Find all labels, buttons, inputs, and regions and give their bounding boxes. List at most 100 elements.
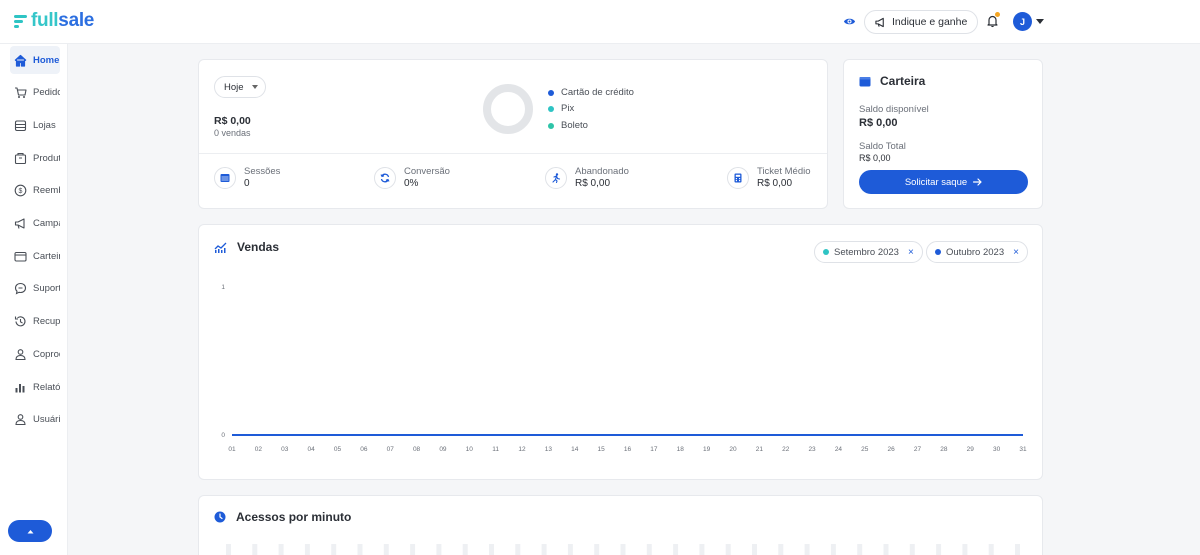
access-bar xyxy=(646,544,652,555)
megaphone-icon xyxy=(875,17,884,27)
x-tick-label: 19 xyxy=(703,446,711,453)
divider xyxy=(199,153,827,154)
payment-donut-chart xyxy=(483,84,533,134)
sidebar-item-home[interactable]: Home xyxy=(10,46,60,74)
refund-icon: $ xyxy=(14,184,27,197)
stat-value: 0 xyxy=(244,178,250,189)
sidebar-item-produtos[interactable]: Produtos xyxy=(10,144,60,172)
sidebar-item-label: Coprodução xyxy=(33,348,60,360)
wallet-title: Carteira xyxy=(859,74,925,88)
x-tick-label: 15 xyxy=(598,446,606,453)
total-balance-value: R$ 0,00 xyxy=(859,153,891,163)
avatar[interactable]: J xyxy=(1013,12,1032,31)
x-tick-label: 10 xyxy=(466,446,474,453)
refer-button[interactable]: Indique e ganhe xyxy=(864,10,979,34)
x-tick-label: 22 xyxy=(782,446,790,453)
stat-average-ticket: Ticket Médio R$ 0,00 xyxy=(727,166,811,189)
sidebar-item-reembolsos[interactable]: $ Reembolsos xyxy=(10,177,60,205)
stat-abandoned: Abandonado R$ 0,00 xyxy=(545,166,629,189)
stat-conversion: Conversão 0% xyxy=(374,166,450,189)
access-bar xyxy=(857,544,863,555)
x-tick-label: 07 xyxy=(387,446,395,453)
period-select[interactable]: Hoje xyxy=(214,76,266,98)
access-bar xyxy=(489,544,494,555)
stat-label: Conversão xyxy=(404,166,450,177)
access-bar xyxy=(357,544,363,555)
sidebar-item-recuperacao[interactable]: Recuperação xyxy=(10,308,60,336)
sidebar-item-lojas[interactable]: Lojas xyxy=(10,111,60,139)
sidebar-item-carteira[interactable]: Carteira xyxy=(10,242,60,270)
stat-value: R$ 0,00 xyxy=(757,178,793,189)
sidebar-item-suporte[interactable]: Suporte xyxy=(10,275,60,303)
browser-icon xyxy=(214,166,236,189)
sidebar-item-label: Usuários xyxy=(33,414,60,426)
legend-label: Boleto xyxy=(561,120,588,131)
x-tick-label: 14 xyxy=(571,446,579,453)
sales-count: 0 vendas xyxy=(214,128,251,138)
sidebar-item-pedidos[interactable]: Pedidos xyxy=(10,79,60,107)
access-bar xyxy=(962,544,968,555)
svg-text:$: $ xyxy=(19,188,23,195)
sidebar-item-label: Relatórios xyxy=(33,381,60,393)
access-bar xyxy=(620,544,626,555)
logo-text: fullsale xyxy=(31,10,95,31)
x-tick-label: 28 xyxy=(940,446,948,453)
chat-icon xyxy=(14,283,27,295)
access-bar xyxy=(752,544,757,555)
access-bar xyxy=(304,544,310,555)
wallet-icon xyxy=(14,251,27,262)
sidebar-item-label: Produtos xyxy=(33,152,60,164)
chevron-down-icon[interactable] xyxy=(1036,19,1044,24)
legend-label: Cartão de crédito xyxy=(561,87,634,98)
access-bar xyxy=(383,544,389,555)
refer-button-label: Indique e ganhe xyxy=(892,16,968,28)
users-icon xyxy=(15,348,26,360)
top-bar: fullsale Indique e ganhe J xyxy=(0,0,1200,44)
x-tick-label: 16 xyxy=(624,446,632,453)
x-tick-label: 24 xyxy=(835,446,843,453)
sidebar-item-relatorios[interactable]: Relatórios xyxy=(10,373,60,401)
wallet-card: Carteira Saldo disponível R$ 0,00 Saldo … xyxy=(843,59,1043,209)
access-bar xyxy=(226,544,231,555)
sidebar-item-label: Suporte xyxy=(33,283,60,295)
access-bar xyxy=(988,544,994,555)
x-tick-label: 03 xyxy=(281,446,289,453)
withdraw-button-label: Solicitar saque xyxy=(904,176,968,188)
x-tick-label: 13 xyxy=(545,446,553,453)
access-bar xyxy=(278,544,284,555)
stat-label: Sessões xyxy=(244,166,281,177)
stat-sessions: Sessões 0 xyxy=(214,166,280,189)
refresh-icon xyxy=(374,166,396,189)
collapse-sidebar-button[interactable] xyxy=(8,520,52,542)
x-tick-label: 05 xyxy=(334,446,342,453)
sidebar-item-usuarios[interactable]: Usuários xyxy=(10,406,60,434)
x-tick-label: 02 xyxy=(255,446,263,453)
store-icon xyxy=(14,120,27,131)
arrow-right-icon xyxy=(973,178,982,186)
notification-dot xyxy=(995,12,1000,17)
sidebar-item-coproducao[interactable]: Coprodução xyxy=(10,340,60,368)
x-tick-label: 08 xyxy=(413,446,421,453)
total-balance-label: Saldo Total xyxy=(859,141,906,152)
home-icon xyxy=(14,54,27,67)
y-tick-label: 1 xyxy=(221,284,225,291)
logo[interactable]: fullsale xyxy=(14,10,94,32)
access-bar xyxy=(725,544,731,555)
withdraw-button[interactable]: Solicitar saque xyxy=(859,170,1028,194)
access-bar xyxy=(410,544,416,555)
x-tick-label: 01 xyxy=(228,446,236,453)
x-tick-label: 04 xyxy=(307,446,315,453)
megaphone-icon xyxy=(14,218,25,229)
sales-card: Vendas Setembro 2023 × Outubro 2023 × 01… xyxy=(198,224,1043,480)
chevron-up-icon xyxy=(27,529,33,533)
x-tick-label: 27 xyxy=(914,446,922,453)
access-bar xyxy=(830,544,836,555)
sidebar-item-label: Reembolsos xyxy=(33,185,60,197)
sidebar-item-campanhas[interactable]: Campanhas xyxy=(10,210,60,238)
available-balance-label: Saldo disponível xyxy=(859,104,929,115)
stat-value: R$ 0,00 xyxy=(575,178,611,189)
legend-swatch xyxy=(548,105,554,112)
stat-value: 0% xyxy=(404,178,419,189)
access-bar xyxy=(673,544,679,555)
eye-icon[interactable] xyxy=(843,15,856,28)
